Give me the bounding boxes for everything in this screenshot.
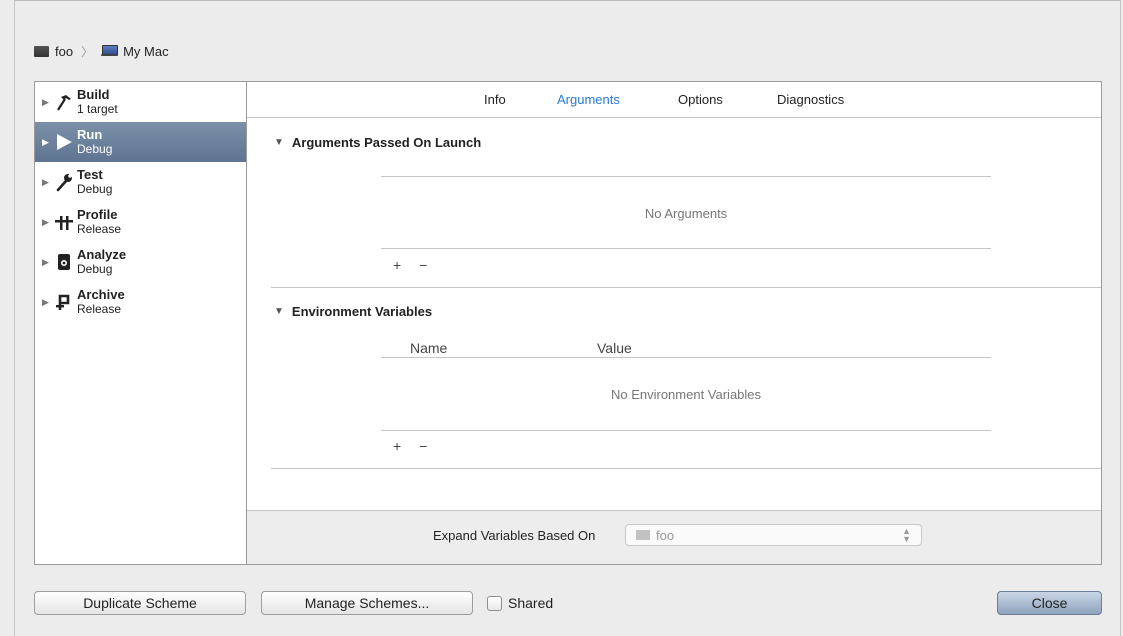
- add-argument-button[interactable]: +: [393, 257, 401, 273]
- expand-variables-value: foo: [656, 527, 675, 543]
- scheme-icon: [34, 45, 49, 57]
- tab-diagnostics[interactable]: Diagnostics: [777, 92, 844, 107]
- sidebar-item-profile[interactable]: ▶ Profile Release: [35, 202, 246, 242]
- sidebar-item-subtitle: Debug: [77, 181, 113, 196]
- arguments-section-title: Arguments Passed On Launch: [291, 135, 482, 150]
- sidebar-item-title: Build: [77, 86, 110, 102]
- computer-icon: [101, 45, 119, 57]
- sidebar-item-run[interactable]: ▶ Run Debug: [35, 122, 246, 162]
- duplicate-scheme-button[interactable]: Duplicate Scheme: [34, 591, 246, 615]
- sidebar-item-subtitle: Debug: [77, 141, 113, 156]
- sidebar-item-subtitle: Release: [77, 221, 122, 236]
- no-arguments-label: No Arguments: [644, 206, 728, 221]
- expand-variables-bar: Expand Variables Based On foo ▲ ▼: [247, 510, 1101, 564]
- close-button[interactable]: Close: [997, 591, 1102, 615]
- manage-schemes-button[interactable]: Manage Schemes...: [261, 591, 473, 615]
- divider: [381, 176, 991, 177]
- sidebar-item-subtitle: 1 target: [77, 101, 118, 116]
- play-icon: [53, 132, 75, 152]
- disclosure-triangle-icon[interactable]: ▶: [42, 257, 50, 268]
- arguments-add-remove: + −: [393, 257, 427, 273]
- sidebar-item-title: Test: [77, 166, 103, 182]
- scheme-editor-panel: ▶ Build 1 target ▶ Run Debug ▶ Test Debu…: [34, 81, 1102, 565]
- hammer-icon: [53, 92, 75, 112]
- environment-add-remove: + −: [393, 438, 427, 454]
- caliper-icon: [53, 212, 75, 232]
- column-header-name[interactable]: Name: [410, 340, 447, 356]
- scheme-icon: [636, 530, 650, 540]
- arguments-pane: Info Arguments Options Diagnostics ▼ Arg…: [247, 82, 1101, 564]
- sidebar-item-archive[interactable]: ▶ Archive Release: [35, 282, 246, 322]
- checkbox-box[interactable]: [487, 595, 502, 611]
- disclosure-triangle-icon[interactable]: ▶: [42, 297, 50, 308]
- sidebar-item-build[interactable]: ▶ Build 1 target: [35, 82, 246, 122]
- divider: [381, 430, 991, 431]
- expand-variables-popup[interactable]: foo ▲ ▼: [625, 524, 922, 546]
- archive-icon: [53, 292, 75, 312]
- disclosure-triangle-icon[interactable]: ▶: [42, 177, 50, 188]
- sidebar-item-title: Archive: [77, 286, 125, 302]
- tab-arguments[interactable]: Arguments: [557, 92, 620, 107]
- shared-checkbox[interactable]: Shared: [487, 595, 553, 611]
- shared-label[interactable]: Shared: [508, 595, 553, 611]
- wrench-icon: [53, 172, 75, 192]
- divider: [381, 248, 991, 249]
- disclosure-down-icon[interactable]: ▼: [274, 306, 284, 317]
- remove-argument-button[interactable]: −: [419, 257, 427, 273]
- chevron-right-icon: 〉: [81, 44, 94, 59]
- expand-variables-label: Expand Variables Based On: [433, 528, 596, 543]
- breadcrumb-destination[interactable]: My Mac: [123, 44, 169, 59]
- sidebar-item-title: Run: [77, 126, 103, 142]
- sidebar-item-title: Profile: [77, 206, 118, 222]
- sidebar-item-subtitle: Release: [77, 301, 122, 316]
- remove-env-variable-button[interactable]: −: [419, 438, 427, 454]
- disclosure-down-icon[interactable]: ▼: [274, 137, 284, 148]
- sidebar-item-analyze[interactable]: ▶ Analyze Debug: [35, 242, 246, 282]
- breadcrumb-scheme[interactable]: foo: [55, 44, 73, 59]
- divider: [381, 357, 991, 358]
- disclosure-triangle-icon[interactable]: ▶: [42, 217, 50, 228]
- no-env-variables-label: No Environment Variables: [610, 387, 762, 402]
- sidebar-item-title: Analyze: [77, 246, 127, 262]
- popup-arrows-icon: ▲ ▼: [902, 526, 911, 544]
- divider: [271, 468, 1101, 469]
- analyze-icon: [53, 252, 75, 272]
- tab-info[interactable]: Info: [484, 92, 506, 107]
- environment-section-header[interactable]: ▼ Environment Variables: [274, 304, 432, 319]
- action-sidebar: ▶ Build 1 target ▶ Run Debug ▶ Test Debu…: [35, 82, 247, 564]
- disclosure-triangle-icon[interactable]: ▶: [42, 97, 50, 108]
- tab-options[interactable]: Options: [678, 92, 723, 107]
- environment-section-title: Environment Variables: [291, 304, 433, 319]
- breadcrumb[interactable]: foo 〉 My Mac: [34, 42, 169, 60]
- add-env-variable-button[interactable]: +: [393, 438, 401, 454]
- arguments-section-header[interactable]: ▼ Arguments Passed On Launch: [274, 135, 481, 150]
- tab-bar: Info Arguments Options Diagnostics: [247, 82, 1101, 118]
- sidebar-item-test[interactable]: ▶ Test Debug: [35, 162, 246, 202]
- divider: [271, 287, 1101, 288]
- column-header-value[interactable]: Value: [597, 340, 632, 356]
- sidebar-item-subtitle: Debug: [77, 261, 113, 276]
- disclosure-triangle-icon[interactable]: ▶: [42, 137, 50, 148]
